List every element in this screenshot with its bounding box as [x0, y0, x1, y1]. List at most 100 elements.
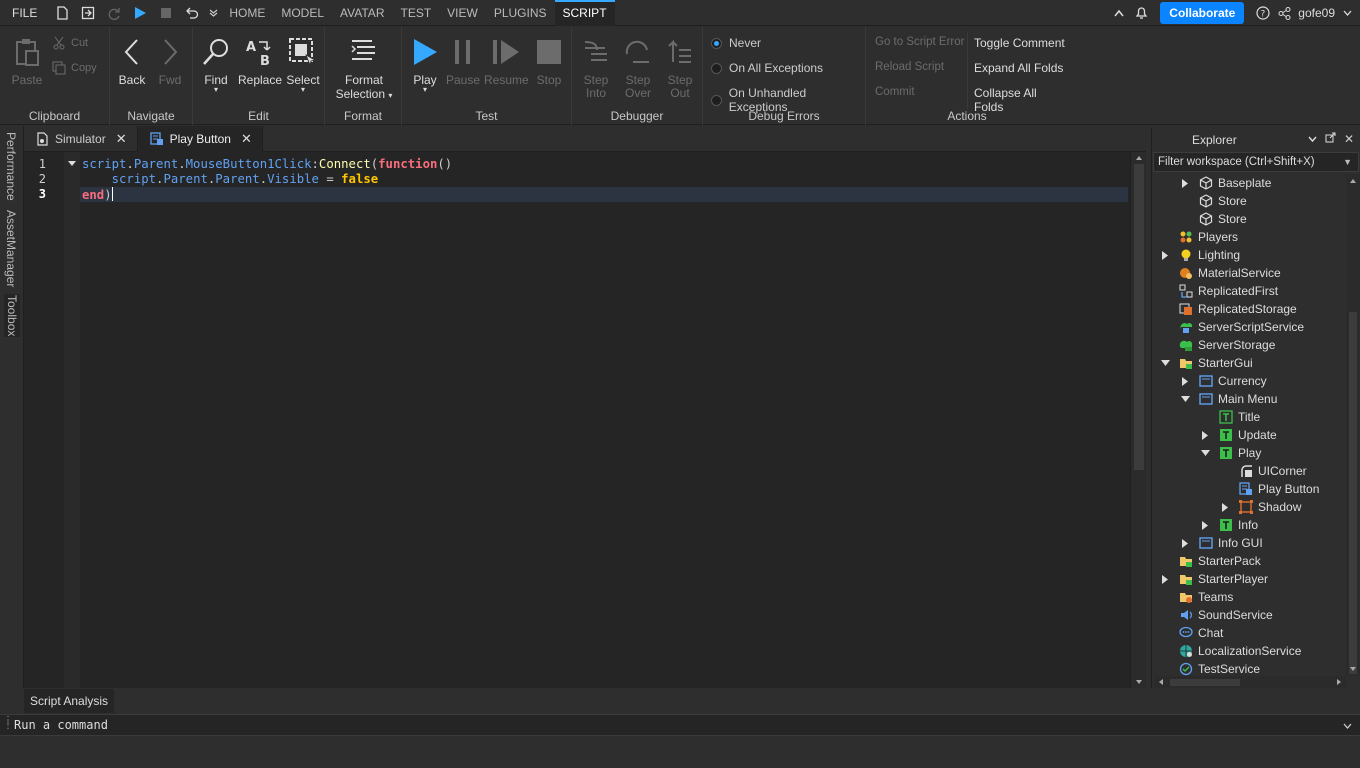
chevron-down-icon[interactable] — [1308, 132, 1317, 146]
explorer-item[interactable]: StarterPlayer — [1161, 570, 1268, 588]
explorer-item[interactable]: StarterGui — [1160, 354, 1253, 372]
tab-test[interactable]: TEST — [392, 0, 439, 26]
new-file-icon[interactable] — [49, 0, 75, 26]
tree-collapsed-arrow-icon[interactable] — [1160, 574, 1170, 584]
explorer-item[interactable]: Baseplate — [1181, 174, 1271, 192]
pop-out-icon[interactable] — [1325, 132, 1336, 146]
text-button-icon — [1218, 445, 1234, 461]
explorer-item[interactable]: Main Menu — [1180, 390, 1277, 408]
tab-performance[interactable]: Performance — [4, 132, 18, 201]
username[interactable]: gofe09 — [1294, 6, 1340, 20]
chevron-down-icon[interactable]: ▼ — [1343, 153, 1352, 171]
debug-all-exceptions-radio[interactable]: On All Exceptions — [711, 61, 823, 75]
explorer-item-label: Play — [1238, 446, 1262, 460]
replace-button[interactable]: AB Replace — [237, 33, 283, 87]
tree-collapsed-arrow-icon[interactable] — [1180, 376, 1190, 386]
explorer-item[interactable]: StarterPack — [1178, 552, 1261, 570]
explorer-item[interactable]: Lighting — [1161, 246, 1240, 264]
chevron-down-icon[interactable] — [1340, 10, 1354, 16]
tree-expanded-arrow-icon[interactable] — [1180, 394, 1190, 404]
top-right-controls: Collaborate ? gofe09 — [1108, 0, 1360, 26]
explorer-item[interactable]: UICorner — [1238, 462, 1307, 480]
explorer-scrollbar[interactable] — [1346, 174, 1360, 676]
scroll-thumb[interactable] — [1134, 164, 1144, 470]
explorer-item[interactable]: Play — [1200, 444, 1262, 462]
chevron-down-icon[interactable] — [1343, 719, 1352, 733]
explorer-item[interactable]: Store — [1198, 192, 1247, 210]
place-file-icon — [37, 132, 48, 146]
file-menu[interactable]: FILE — [0, 0, 49, 26]
tab-script[interactable]: SCRIPT — [554, 0, 615, 26]
tree-collapsed-arrow-icon[interactable] — [1200, 520, 1210, 530]
explorer-item[interactable]: Shadow — [1221, 498, 1301, 516]
tree-collapsed-arrow-icon[interactable] — [1160, 250, 1170, 260]
explorer-item[interactable]: Players — [1178, 228, 1238, 246]
back-button[interactable]: Back — [116, 33, 148, 87]
close-icon[interactable]: ✕ — [1344, 132, 1354, 146]
format-selection-button[interactable]: Format Selection ▾ — [331, 33, 397, 103]
tree-expanded-arrow-icon[interactable] — [1200, 448, 1210, 458]
scroll-thumb[interactable] — [1170, 679, 1240, 686]
explorer-item[interactable]: ReplicatedStorage — [1178, 300, 1297, 318]
bell-icon[interactable] — [1130, 6, 1152, 20]
help-icon[interactable]: ? — [1252, 6, 1274, 20]
doc-tab-simulator[interactable]: Simulator ✕ — [24, 126, 138, 152]
close-icon[interactable]: ✕ — [241, 131, 252, 147]
find-button[interactable]: Find ▾ — [199, 33, 233, 94]
chevron-down-icon[interactable] — [205, 0, 221, 26]
explorer-item[interactable]: Info GUI — [1181, 534, 1263, 552]
tree-collapsed-arrow-icon[interactable] — [1220, 502, 1230, 512]
tab-toolbox[interactable]: Toolbox — [4, 294, 20, 338]
tab-avatar[interactable]: AVATAR — [332, 0, 392, 26]
editor-scrollbar[interactable] — [1130, 152, 1146, 688]
fold-arrow-icon[interactable] — [67, 160, 77, 168]
tree-collapsed-arrow-icon[interactable] — [1180, 178, 1190, 188]
tab-plugins[interactable]: PLUGINS — [486, 0, 555, 26]
tab-script-analysis[interactable]: Script Analysis — [24, 689, 115, 713]
explorer-item[interactable]: Teams — [1178, 588, 1233, 606]
command-input[interactable] — [14, 717, 1334, 733]
pause-icon — [455, 40, 470, 64]
undo-icon[interactable] — [179, 0, 205, 26]
scroll-thumb[interactable] — [1349, 312, 1357, 674]
chevron-up-icon[interactable] — [1108, 9, 1130, 17]
explorer-item[interactable]: Update — [1201, 426, 1277, 444]
script-editor[interactable]: 1 2 3 script.Parent.MouseButton1Click:Co… — [24, 152, 1146, 688]
debug-never-radio[interactable]: Never — [711, 36, 761, 50]
tree-collapsed-arrow-icon[interactable] — [1200, 430, 1210, 440]
play-button[interactable]: Play ▾ — [406, 33, 444, 94]
explorer-item[interactable]: ReplicatedFirst — [1178, 282, 1278, 300]
explorer-item[interactable]: Info — [1201, 516, 1258, 534]
explorer-filter-input[interactable]: Filter workspace (Ctrl+Shift+X) ▼ — [1153, 152, 1359, 172]
copy-icon — [52, 61, 66, 75]
publish-icon[interactable] — [75, 0, 101, 26]
doc-tab-play-button[interactable]: Play Button ✕ — [137, 126, 263, 152]
explorer-item[interactable]: Currency — [1181, 372, 1267, 390]
toggle-comment-button[interactable]: Toggle Comment — [974, 36, 1065, 50]
explorer-item[interactable]: ServerStorage — [1178, 336, 1275, 354]
play-quick-icon[interactable] — [127, 0, 153, 26]
explorer-item[interactable]: ServerScriptService — [1178, 318, 1304, 336]
explorer-horizontal-scrollbar[interactable] — [1154, 676, 1346, 688]
explorer-item[interactable]: MaterialService — [1178, 264, 1281, 282]
current-line-highlight — [80, 187, 1128, 202]
explorer-item[interactable]: Store — [1198, 210, 1247, 228]
explorer-item[interactable]: SoundService — [1178, 606, 1273, 624]
tab-view[interactable]: VIEW — [439, 0, 486, 26]
explorer-item[interactable]: Chat — [1178, 624, 1223, 642]
explorer-item[interactable]: LocalizationService — [1178, 642, 1301, 660]
explorer-item[interactable]: TestService — [1178, 660, 1260, 676]
tab-home[interactable]: HOME — [221, 0, 273, 26]
collaborate-button[interactable]: Collaborate — [1160, 2, 1245, 24]
expand-all-folds-button[interactable]: Expand All Folds — [974, 61, 1063, 75]
tab-model[interactable]: MODEL — [273, 0, 332, 26]
explorer-item[interactable]: Title — [1218, 408, 1260, 426]
tree-expanded-arrow-icon[interactable] — [1160, 358, 1170, 368]
tab-asset-manager[interactable]: AssetManager — [4, 210, 18, 287]
share-icon[interactable] — [1274, 6, 1294, 20]
select-button[interactable]: Select ▾ — [285, 33, 321, 94]
tree-collapsed-arrow-icon[interactable] — [1180, 538, 1190, 548]
drag-handle-icon[interactable]: ⋮ ⋮ — [3, 716, 13, 731]
close-icon[interactable]: ✕ — [116, 131, 127, 147]
explorer-item[interactable]: Play Button — [1238, 480, 1319, 498]
